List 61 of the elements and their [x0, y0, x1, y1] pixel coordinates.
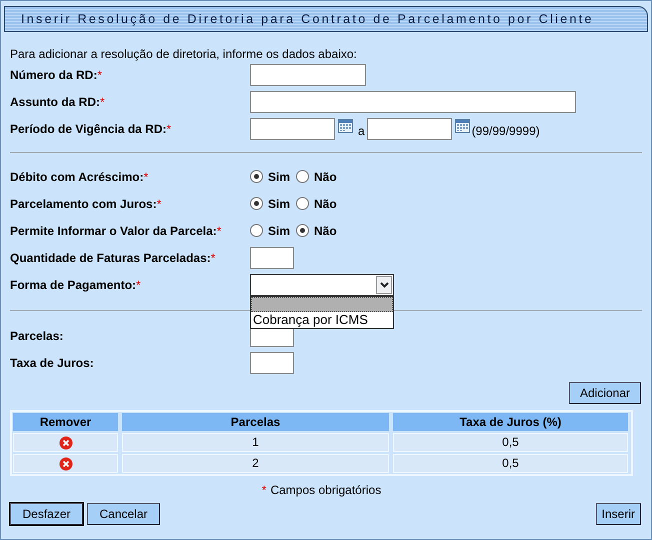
- required-mark: *: [210, 250, 216, 266]
- required-mark: *: [136, 276, 141, 294]
- radio-label: Sim: [268, 168, 290, 186]
- calendar-icon[interactable]: [338, 118, 353, 132]
- radio-button[interactable]: [296, 170, 310, 183]
- window-title: Inserir Resolução de Diretoria para Contrato de Parcelamento por Cliente: [4, 6, 648, 32]
- field-label: Número da RD:: [10, 66, 98, 84]
- radio-label: Sim: [268, 222, 290, 240]
- calendar-icon[interactable]: [454, 118, 470, 132]
- input-field[interactable]: [250, 64, 366, 86]
- field-label: Parcelas:: [10, 328, 64, 344]
- field-label: Quantidade de Faturas Parceladas:: [10, 250, 211, 266]
- intro-text: Para adicionar a resolução de diretoria, informe os dados abaixo:: [10, 46, 358, 62]
- radio-button[interactable]: [296, 197, 310, 210]
- column-header: Remover: [13, 413, 118, 431]
- required-mark: *: [100, 94, 105, 110]
- input-field[interactable]: [366, 118, 452, 140]
- format-hint: (99/99/9999): [472, 122, 540, 140]
- field-label: Taxa de Juros:: [10, 354, 94, 372]
- field-label: Débito com Acréscimo:: [10, 168, 144, 186]
- required-mark: *: [156, 196, 162, 212]
- remove-icon[interactable]: [58, 456, 72, 470]
- required-mark: *: [97, 66, 102, 84]
- chevron-down-icon: [380, 282, 388, 288]
- field-label: Período de Vigência da RD:: [10, 120, 166, 138]
- radio-label: Não: [314, 168, 337, 186]
- radio-button[interactable]: [250, 170, 263, 183]
- column-header: Parcelas: [122, 413, 389, 431]
- radio-button[interactable]: [296, 224, 310, 237]
- dropdown[interactable]: [250, 274, 394, 296]
- form-button[interactable]: Cancelar: [87, 503, 160, 525]
- required-mark: *: [144, 168, 148, 186]
- required-mark: *: [216, 222, 222, 240]
- separator-text: a: [358, 122, 365, 140]
- input-field[interactable]: [250, 90, 576, 112]
- field-label: Assunto da RD:: [10, 94, 100, 110]
- required-mark: *: [166, 120, 172, 138]
- footnote-text: Campos obrigatórios: [270, 482, 382, 499]
- field-label: Forma de Pagamento:: [10, 276, 136, 294]
- highlighted-option[interactable]: [251, 296, 393, 312]
- table-cell: 1: [122, 433, 389, 452]
- dropdown-option[interactable]: Cobrança por ICMS: [251, 312, 393, 328]
- radio-label: Sim: [268, 196, 290, 212]
- radio-button[interactable]: [250, 224, 263, 237]
- field-label: Permite Informar o Valor da Parcela:: [10, 222, 217, 240]
- radio-label: Não: [314, 222, 337, 240]
- input-field[interactable]: [250, 352, 294, 374]
- form-button[interactable]: Inserir: [596, 503, 641, 525]
- remove-icon[interactable]: [58, 436, 72, 450]
- input-field[interactable]: [250, 246, 294, 268]
- add-button[interactable]: Adicionar: [568, 382, 641, 404]
- table-cell: 0,5: [393, 433, 628, 452]
- column-header: Taxa de Juros (%): [393, 413, 628, 431]
- table-cell: 0,5: [393, 454, 628, 473]
- required-mark: *: [262, 482, 266, 499]
- form-button[interactable]: Desfazer: [10, 503, 83, 525]
- radio-button[interactable]: [250, 197, 263, 210]
- table-cell: 2: [122, 454, 389, 473]
- radio-label: Não: [314, 196, 337, 212]
- input-field[interactable]: [250, 118, 335, 140]
- field-label: Parcelamento com Juros:: [10, 196, 157, 212]
